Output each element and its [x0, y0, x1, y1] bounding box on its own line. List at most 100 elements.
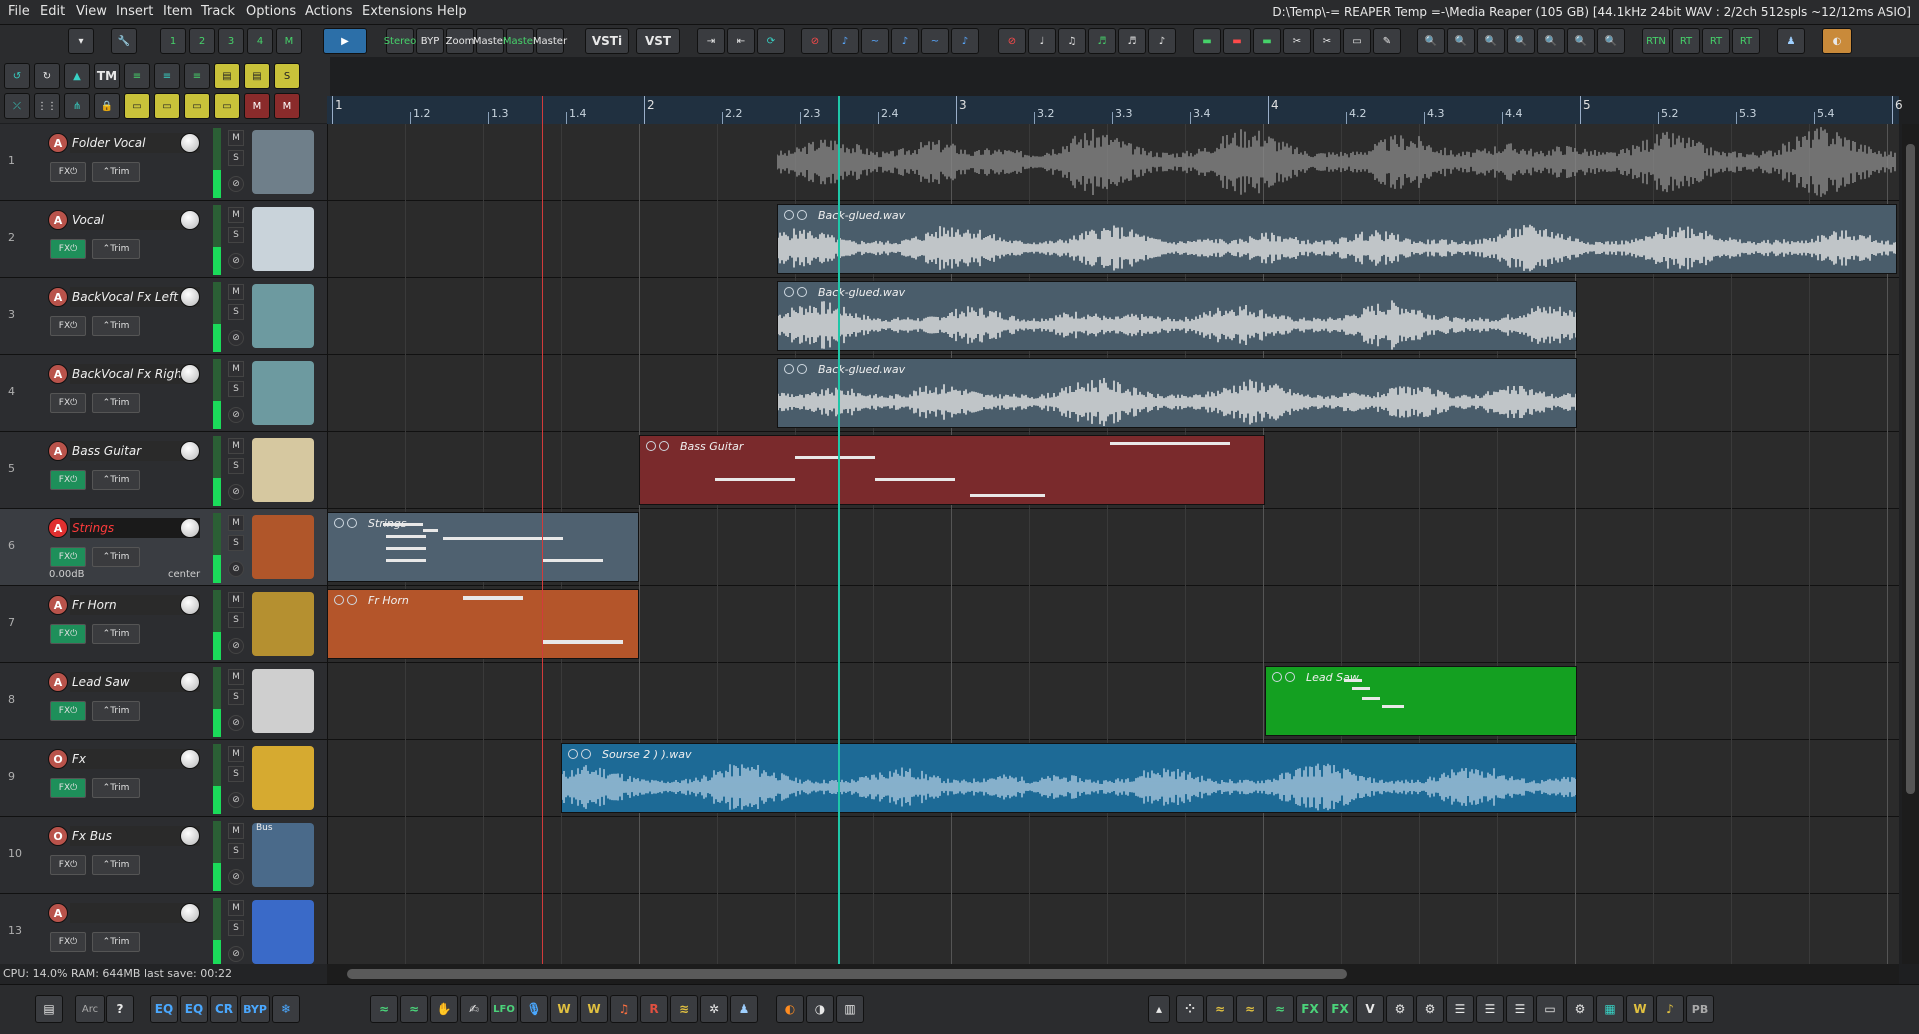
trim-button[interactable]: ⌃ Trim [92, 239, 140, 259]
layers-icon[interactable]: ≡ [184, 63, 210, 89]
item-lock-icon[interactable] [784, 210, 794, 220]
volume-knob[interactable] [180, 749, 200, 769]
volume-knob[interactable] [180, 903, 200, 923]
record-arm-button[interactable]: A [48, 518, 68, 538]
menu-edit[interactable]: Edit [40, 4, 65, 19]
item-lock-icon[interactable] [1272, 672, 1282, 682]
fx-item[interactable]: Sourse 2 ) ).wav [561, 743, 1577, 813]
track-4[interactable]: 4 A BackVocal Fx Right FX ⏻ ⌃ Trim M S ⊘ [0, 355, 327, 432]
menu-track[interactable]: Track [201, 4, 235, 19]
lock-icon[interactable]: 🔒 [94, 93, 120, 119]
track-icon-headphones[interactable] [252, 361, 314, 425]
note-icon-4[interactable]: ~ [921, 28, 949, 54]
trim-button[interactable]: ⌃ Trim [92, 316, 140, 336]
solo-button[interactable]: S [228, 843, 244, 859]
trim-icon-3[interactable]: ▬ [1253, 28, 1281, 54]
solo-button[interactable]: S [228, 227, 244, 243]
scroll-up-icon[interactable]: ▴ [1148, 995, 1170, 1023]
track-name[interactable]: Fx [72, 752, 86, 766]
master-mute-icon-2[interactable]: M [274, 93, 300, 119]
plugin-icon-1[interactable]: ≈ [370, 995, 398, 1023]
item-mute-icon[interactable] [659, 441, 669, 451]
track-icon-horn[interactable] [252, 592, 314, 656]
master-button-2[interactable]: Master [503, 28, 537, 54]
tuner-icon[interactable]: ≋ [670, 995, 698, 1023]
track-name[interactable]: Bass Guitar [72, 444, 141, 458]
vertical-scrollbar[interactable] [1902, 124, 1919, 964]
open-folder-icon-1[interactable]: ▭ [124, 93, 150, 119]
phase-icon[interactable]: ⊘ [228, 561, 244, 577]
sixteenth-note-icon[interactable]: ♬ [1088, 28, 1116, 54]
bv-left-item[interactable]: Back-glued.wav [777, 281, 1577, 351]
track-add-icon[interactable]: ≡ [124, 63, 150, 89]
folder-icon-2[interactable]: ▤ [244, 63, 270, 89]
fx-button[interactable]: FX ⏻ [50, 932, 86, 952]
play-cursor[interactable] [838, 96, 840, 964]
solo-button[interactable]: S [228, 535, 244, 551]
grid-icon[interactable]: ⋮⋮ [34, 93, 60, 119]
volume-knob[interactable] [180, 210, 200, 230]
phase-icon[interactable]: ⊘ [228, 946, 244, 962]
plugin-icon-6[interactable]: FX [1296, 995, 1324, 1023]
fx-button[interactable]: FX ⏻ [50, 393, 86, 413]
zoom-time-icon[interactable]: 🔍 [1597, 28, 1625, 54]
menu-options[interactable]: Options [246, 4, 296, 19]
list-icon-3[interactable]: ☰ [1506, 995, 1534, 1023]
menu-actions[interactable]: Actions [305, 4, 353, 19]
waves-tune-icon-3[interactable]: W [1626, 995, 1654, 1023]
dots-icon[interactable]: ⁘ [1176, 995, 1204, 1023]
mute-button[interactable]: M [228, 592, 244, 608]
item-mute-icon[interactable] [797, 287, 807, 297]
track-7[interactable]: 7 A Fr Horn FX ⏻ ⌃ Trim M S ⊘ [0, 586, 327, 663]
horizontal-scrollbar[interactable] [327, 964, 1899, 984]
tm-button[interactable]: TM [94, 63, 120, 89]
record-arm-button[interactable]: A [48, 210, 68, 230]
vscroll-thumb[interactable] [1906, 144, 1915, 794]
plugin-icon-4[interactable]: ≈ [1236, 995, 1264, 1023]
record-arm-button[interactable]: A [48, 903, 68, 923]
fx-1-button[interactable]: 1 [160, 28, 186, 54]
menu-item[interactable]: Item [163, 4, 193, 19]
track-name[interactable]: Fx Bus [72, 829, 112, 843]
vst-icon[interactable]: V [1356, 995, 1384, 1023]
chat-icon[interactable]: ▭ [1536, 995, 1564, 1023]
note-icon-3[interactable]: ♪ [891, 28, 919, 54]
track-icon-keyboard[interactable] [252, 669, 314, 733]
track-icon-headphones[interactable] [252, 284, 314, 348]
vsti-button[interactable]: VSTi [585, 28, 629, 54]
fx-master-button[interactable]: M [276, 28, 302, 54]
record-arm-button[interactable]: A [48, 441, 68, 461]
track-icon-singer[interactable] [252, 207, 314, 271]
realtune-icon[interactable]: R [640, 995, 668, 1023]
menu-help[interactable]: Help [437, 4, 467, 19]
zoom-in-icon[interactable]: 🔍 [1417, 28, 1445, 54]
gear-icon-3[interactable]: ⚙ [1566, 995, 1594, 1023]
open-folder-icon-4[interactable]: ▭ [214, 93, 240, 119]
rt-button-3[interactable]: RT [1732, 28, 1760, 54]
snowflake-icon[interactable]: ❄ [272, 995, 300, 1023]
fx-button[interactable]: FX ⏻ [50, 470, 86, 490]
phase-icon[interactable]: ⊘ [228, 330, 244, 346]
item-lock-icon[interactable] [568, 749, 578, 759]
mute-button[interactable]: M [228, 515, 244, 531]
track-3[interactable]: 3 A BackVocal Fx Left FX ⏻ ⌃ Trim M S ⊘ [0, 278, 327, 355]
waves-tune-icon-1[interactable]: W [550, 995, 578, 1023]
volume-knob[interactable] [180, 672, 200, 692]
trim-button[interactable]: ⌃ Trim [92, 393, 140, 413]
glue-icon[interactable]: ▭ [1343, 28, 1371, 54]
arc-button[interactable]: Arc [75, 995, 105, 1023]
phase-icon[interactable]: ⊘ [228, 484, 244, 500]
circle-icon-2[interactable]: ◑ [806, 995, 834, 1023]
trim-button[interactable]: ⌃ Trim [92, 701, 140, 721]
fx-button[interactable]: FX ⏻ [50, 778, 86, 798]
record-arm-button[interactable]: O [48, 749, 68, 769]
theme-icon[interactable]: ◐ [1822, 28, 1852, 54]
track-6[interactable]: 6 A Strings FX ⏻ ⌃ Trim M S ⊘ 0.00dB center [0, 509, 327, 586]
network-icon[interactable]: ⋔ [64, 93, 90, 119]
item-mute-icon[interactable] [797, 364, 807, 374]
track-name[interactable]: Vocal [72, 213, 104, 227]
track-icon-flare[interactable] [252, 900, 314, 964]
trim-button[interactable]: ⌃ Trim [92, 855, 140, 875]
mute-button[interactable]: M [228, 669, 244, 685]
track-name[interactable]: Strings [72, 521, 114, 535]
